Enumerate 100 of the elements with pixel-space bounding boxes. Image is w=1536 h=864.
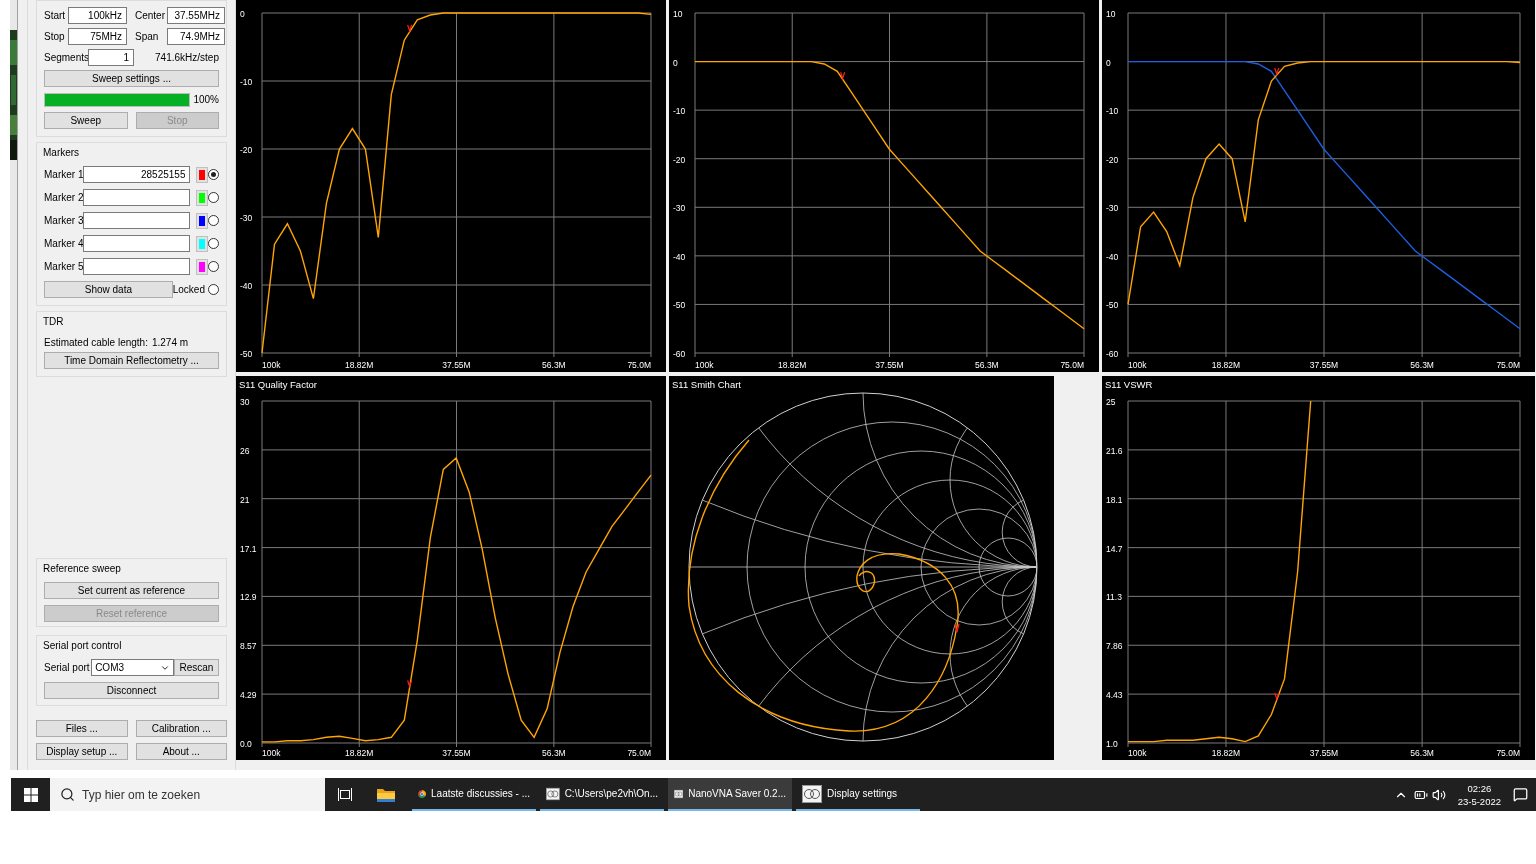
locked-label: Locked — [172, 283, 205, 297]
axis-label: 30 — [240, 397, 250, 407]
axis-label: 18.82M — [1211, 748, 1241, 758]
radio-button[interactable] — [208, 261, 219, 272]
button[interactable]: Rescan — [173, 659, 219, 676]
axis-label: -60 — [1106, 349, 1119, 359]
axis-label: 0 — [240, 9, 245, 19]
search-field[interactable]: Typ hier om te zoeken — [50, 778, 325, 811]
cable-length-label: Estimated cable length: — [44, 335, 148, 350]
button[interactable]: Time Domain Reflectometry ... — [44, 352, 219, 369]
axis-label: 56.3M — [1410, 748, 1434, 758]
radio-button[interactable] — [208, 169, 219, 180]
axis-label: 18.82M — [778, 360, 807, 370]
text-field[interactable]: 37.55MHz — [167, 7, 225, 24]
axis-label: 18.82M — [1211, 360, 1241, 370]
volume-icon[interactable] — [1431, 787, 1446, 802]
axis-label: 37.55M — [1309, 360, 1339, 370]
marker-label: Marker 1 — [44, 168, 84, 182]
text-field[interactable] — [83, 235, 191, 252]
axis-label: 4.29 — [240, 690, 257, 701]
axis-label: 14.7 — [1106, 543, 1123, 554]
axis-label: 0 — [1106, 57, 1111, 68]
chart-title: S11 VSWR — [1105, 379, 1153, 390]
button[interactable]: Set current as reference — [44, 582, 219, 599]
axis-label: 37.55M — [442, 360, 471, 370]
clock[interactable]: 02:26 23-5-2022 — [1457, 781, 1501, 808]
group-title: Serial port control — [43, 639, 123, 653]
axis-label: -60 — [673, 349, 686, 359]
axis-label: 12.9 — [240, 592, 257, 603]
field-label: Start — [44, 9, 67, 23]
text-field[interactable] — [83, 189, 191, 206]
notification-icon[interactable] — [1513, 787, 1528, 802]
text-field[interactable] — [83, 212, 191, 229]
axis-label: -10 — [673, 106, 686, 117]
text-field[interactable] — [83, 258, 191, 275]
axis-label: 4.43 — [1106, 690, 1123, 701]
chart-title: S11 Quality Factor — [239, 379, 317, 390]
text-field[interactable]: 74.9MHz — [167, 28, 225, 45]
axis-label: 8.57 — [240, 641, 257, 652]
radio-button[interactable] — [208, 284, 219, 295]
axis-label: 11.3 — [1106, 592, 1122, 603]
app-icon — [802, 784, 822, 803]
folder-icon — [377, 787, 395, 802]
taskbar-app[interactable]: NanoVNA Saver 0.2... — [668, 778, 792, 811]
cable-length-value: 1.274 m — [151, 335, 189, 350]
button[interactable]: Sweep settings ... — [44, 70, 219, 87]
field-label: Span — [135, 30, 160, 44]
group-title: Reference sweep — [43, 562, 122, 576]
axis-label: 56.3M — [1410, 360, 1434, 370]
taskbar-app[interactable]: Laatste discussies - ... — [412, 778, 536, 811]
taskbar-app[interactable]: Display settings — [796, 778, 920, 811]
axis-label: 75.0M — [627, 748, 651, 758]
text-field[interactable]: 100kHz — [68, 7, 127, 24]
axis-label: 100k — [1128, 748, 1147, 758]
text-field[interactable]: 28525155 — [83, 166, 191, 183]
axis-label: 75.0M — [1496, 748, 1520, 758]
axis-label: 21.6 — [1106, 445, 1123, 456]
axis-label: 17.1 — [240, 543, 257, 554]
field-label: Segments — [44, 51, 88, 65]
group-title: TDR — [43, 315, 65, 329]
axis-label: 0.0 — [240, 739, 252, 749]
button[interactable]: Sweep — [44, 112, 128, 129]
button[interactable]: Files ... — [36, 720, 128, 737]
button[interactable]: About ... — [135, 743, 227, 760]
radio-button[interactable] — [208, 238, 219, 249]
axis-label: 37.55M — [1309, 748, 1339, 758]
button[interactable]: Calibration ... — [135, 720, 227, 737]
axis-label: -10 — [1106, 106, 1119, 117]
text-field[interactable]: 1 — [88, 49, 134, 66]
radio-button[interactable] — [208, 192, 219, 203]
axis-label: 37.55M — [442, 748, 471, 758]
taskbar-app[interactable]: C:\Users\pe2vh\On... — [540, 778, 664, 811]
field-label: Center — [135, 9, 166, 23]
radio-button[interactable] — [208, 215, 219, 226]
button[interactable]: Disconnect — [44, 682, 219, 699]
axis-label: 75.0M — [1060, 360, 1084, 370]
axis-label: 10 — [1106, 9, 1116, 19]
axis-label: -50 — [673, 300, 686, 311]
port-select[interactable]: COM3 — [91, 659, 174, 676]
task-view-icon — [338, 788, 352, 801]
axis-label: -20 — [1106, 154, 1119, 165]
axis-label: -40 — [240, 281, 253, 291]
field-label: Stop — [44, 30, 66, 44]
progress-reading: 100% — [193, 93, 219, 107]
axis-label: 100k — [262, 748, 281, 758]
marker-label: Marker 4 — [44, 237, 84, 251]
text-field[interactable]: 75MHz — [68, 28, 127, 45]
step-text: 741.6kHz/step — [155, 51, 219, 65]
button[interactable]: Display setup ... — [36, 743, 128, 760]
marker-tick — [407, 679, 413, 689]
axis-label: -50 — [1106, 300, 1119, 311]
axis-label: -30 — [1106, 203, 1119, 214]
axis-label: -40 — [673, 251, 686, 262]
axis-label: -40 — [1106, 251, 1119, 262]
button[interactable]: Show data — [44, 281, 173, 298]
axis-label: -30 — [673, 203, 686, 214]
axis-label: 25 — [1106, 397, 1116, 407]
axis-label: 100k — [695, 360, 714, 370]
chart-title: S11 Smith Chart — [672, 379, 741, 390]
axis-label: 7.86 — [1106, 641, 1123, 652]
